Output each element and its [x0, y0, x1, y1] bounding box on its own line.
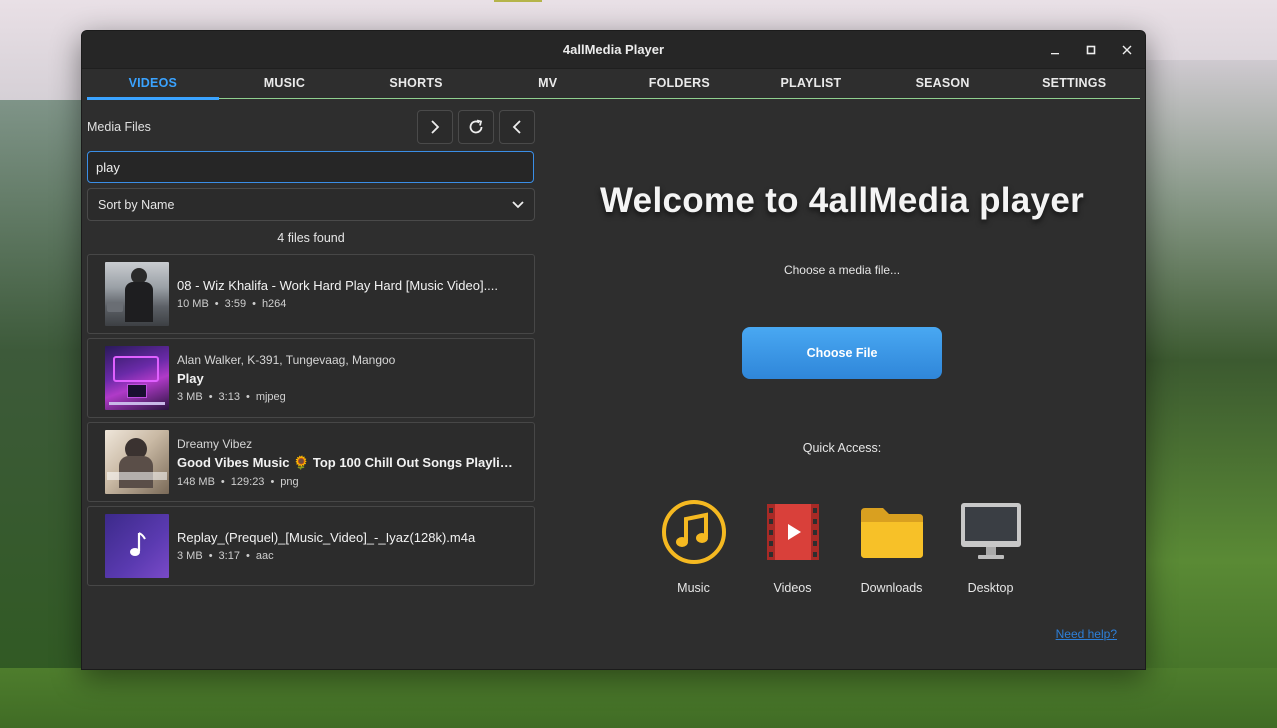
tab-videos[interactable]: VIDEOS [87, 69, 219, 100]
back-button[interactable] [499, 110, 535, 144]
window-controls [1037, 31, 1145, 69]
item-title: Play [177, 371, 204, 386]
list-item[interactable]: Replay_(Prequel)_[Music_Video]_-_Iyaz(12… [87, 506, 535, 586]
music-note-icon [130, 532, 146, 556]
quick-access-label: Videos [773, 581, 812, 595]
item-artist: Dreamy Vibez [177, 436, 253, 451]
sort-select[interactable]: Sort by Name [87, 188, 535, 221]
tab-playlist[interactable]: PLAYLIST [745, 69, 877, 98]
tab-season[interactable]: SEASON [877, 69, 1009, 98]
background-right [1146, 60, 1277, 728]
welcome-panel: Welcome to 4allMedia player Choose a med… [537, 109, 1145, 669]
video-thumbnail [105, 262, 169, 326]
title-bar[interactable]: 4allMedia Player [82, 31, 1145, 69]
quick-access-label: Music [677, 581, 710, 595]
film-icon [760, 499, 826, 565]
tab-mv[interactable]: MV [482, 69, 614, 98]
item-info: 3 MB • 3:17 • aac [177, 550, 274, 562]
item-meta: Dreamy Vibez Good Vibes Music 🌻 Top 100 … [177, 437, 517, 488]
background-sun [494, 0, 542, 2]
tab-shorts[interactable]: SHORTS [350, 69, 482, 98]
background-grass [0, 668, 1277, 728]
item-info: 148 MB • 129:23 • png [177, 475, 299, 488]
minimize-button[interactable] [1037, 31, 1073, 69]
item-artist: Alan Walker, K-391, Tungevaag, Mangoo [177, 353, 396, 367]
choose-media-text: Choose a media file... [783, 263, 901, 277]
refresh-button[interactable] [458, 110, 494, 144]
list-item[interactable]: 08 - Wiz Khalifa - Work Hard Play Hard [… [87, 254, 535, 334]
quick-access-label: Desktop [967, 581, 1014, 595]
folder-icon [859, 499, 925, 565]
chevron-down-icon [512, 200, 524, 208]
search-input[interactable] [87, 151, 534, 183]
item-meta: Alan Walker, K-391, Tungevaag, Mangoo Pl… [177, 353, 517, 403]
sort-label: Sort by Name [98, 197, 175, 212]
item-meta: Replay_(Prequel)_[Music_Video]_-_Iyaz(12… [177, 530, 517, 562]
media-header: Media Files [87, 109, 535, 145]
chevron-right-icon [431, 120, 440, 134]
item-info: 10 MB • 3:59 • h264 [177, 298, 287, 310]
item-info: 3 MB • 3:13 • mjpeg [177, 391, 286, 403]
close-button[interactable] [1109, 31, 1145, 69]
quick-access-videos[interactable]: Videos [743, 499, 842, 595]
app-window: 4allMedia Player VIDEOS MUSIC SHORTS MV … [81, 30, 1146, 670]
item-title: 08 - Wiz Khalifa - Work Hard Play Hard [… [177, 278, 499, 293]
tab-folders[interactable]: FOLDERS [614, 69, 746, 98]
main-tabs: VIDEOS MUSIC SHORTS MV FOLDERS PLAYLIST … [87, 69, 1140, 100]
quick-access-music[interactable]: Music [644, 499, 743, 595]
refresh-icon [469, 119, 483, 134]
tab-settings[interactable]: SETTINGS [1008, 69, 1140, 98]
maximize-icon [1086, 45, 1096, 55]
media-list: 08 - Wiz Khalifa - Work Hard Play Hard [… [87, 254, 535, 586]
media-sidebar: Media Files Sort by Name 4 files found [87, 109, 535, 590]
audio-thumbnail [105, 514, 169, 578]
music-folder-icon [661, 499, 727, 565]
chevron-left-icon [512, 120, 521, 134]
item-meta: 08 - Wiz Khalifa - Work Hard Play Hard [… [177, 278, 517, 310]
media-files-title: Media Files [87, 120, 151, 134]
quick-access-downloads[interactable]: Downloads [842, 499, 941, 595]
list-item[interactable]: Dreamy Vibez Good Vibes Music 🌻 Top 100 … [87, 422, 535, 502]
quick-access-label: Downloads [860, 581, 923, 595]
monitor-icon [958, 499, 1024, 565]
forward-button[interactable] [417, 110, 453, 144]
maximize-button[interactable] [1073, 31, 1109, 69]
window-title: 4allMedia Player [562, 42, 665, 57]
welcome-heading: Welcome to 4allMedia player [599, 181, 1085, 220]
item-title: Replay_(Prequel)_[Music_Video]_-_Iyaz(12… [177, 530, 476, 545]
video-thumbnail [105, 430, 169, 494]
background-left [0, 100, 90, 728]
quick-access-desktop[interactable]: Desktop [941, 499, 1040, 595]
list-item[interactable]: Alan Walker, K-391, Tungevaag, Mangoo Pl… [87, 338, 535, 418]
quick-access-title: Quick Access: [802, 441, 882, 455]
item-title: Good Vibes Music 🌻 Top 100 Chill Out Son… [177, 454, 517, 470]
help-link[interactable]: Need help? [1056, 627, 1117, 641]
video-thumbnail [105, 346, 169, 410]
minimize-icon [1051, 53, 1059, 55]
choose-file-button[interactable]: Choose File [742, 327, 942, 379]
close-icon [1122, 45, 1132, 55]
file-count: 4 files found [277, 231, 345, 245]
tab-music[interactable]: MUSIC [219, 69, 351, 98]
quick-access-row: Music Videos Downloads Desktop [537, 499, 1145, 595]
